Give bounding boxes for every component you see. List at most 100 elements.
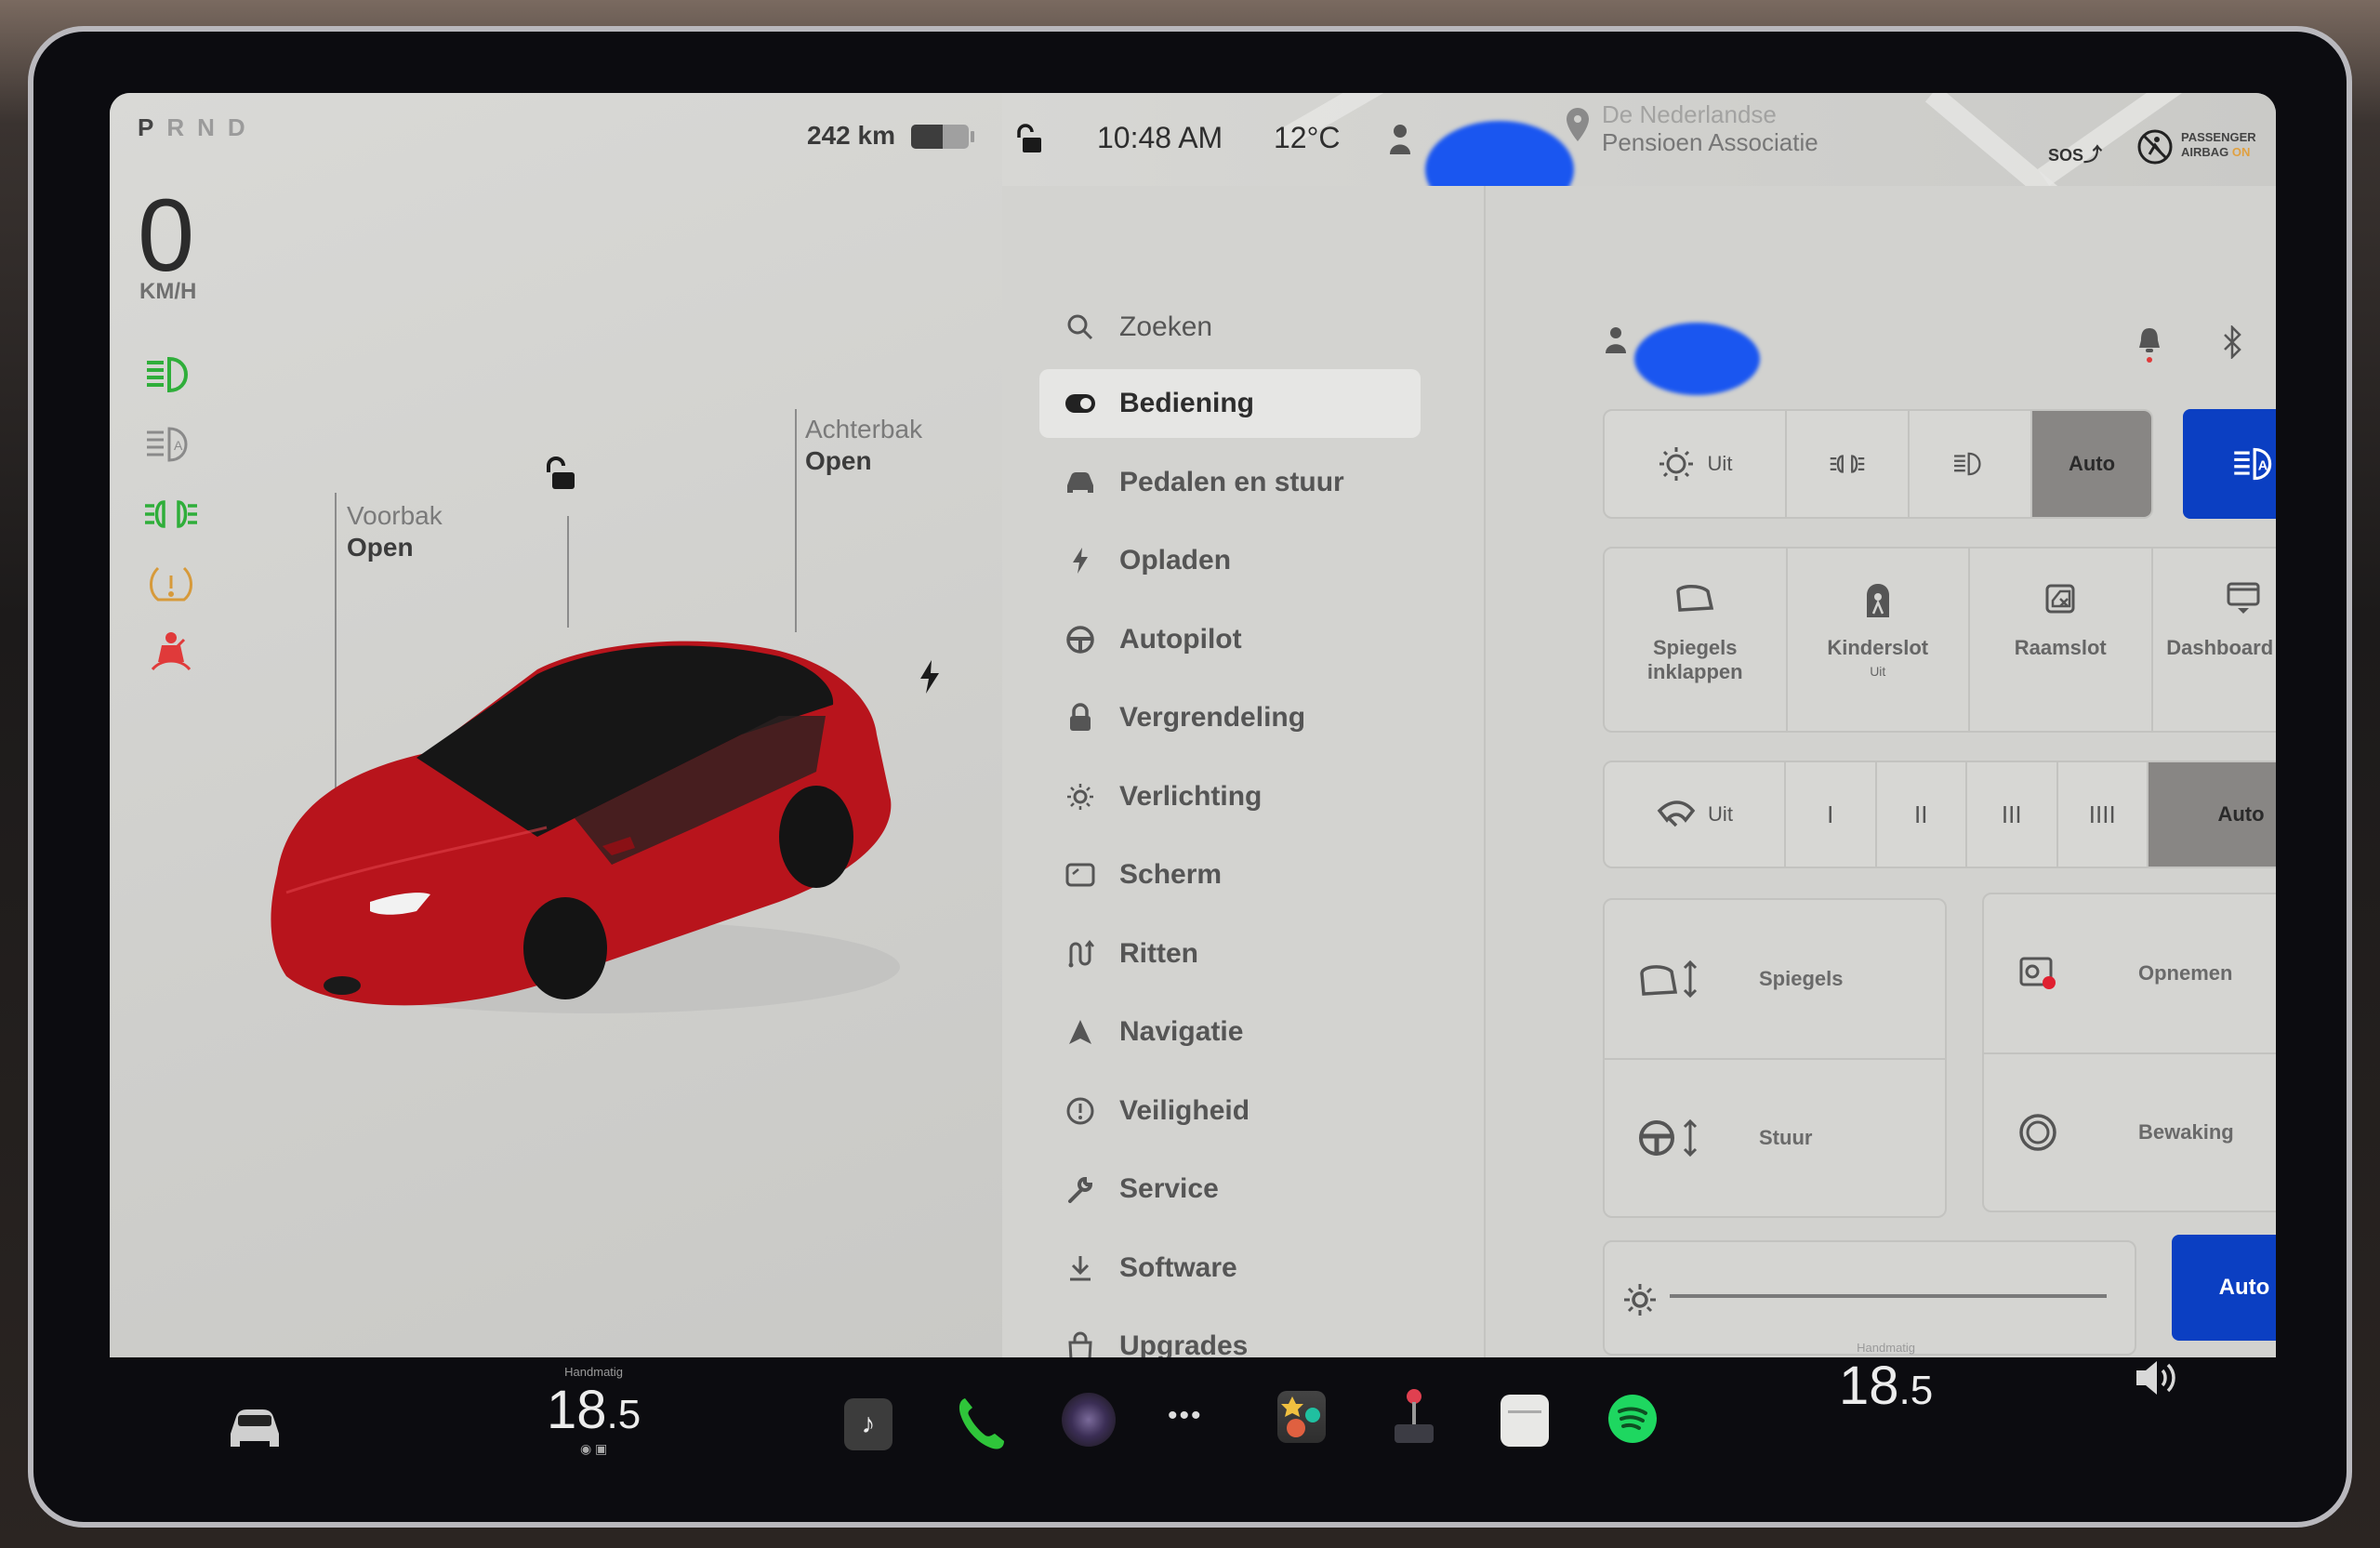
wipers-off-button[interactable]: Uit — [1605, 762, 1786, 867]
menu-item-label: Veiligheid — [1119, 1094, 1250, 1126]
adjust-steering-label: Stuur — [1759, 1126, 1813, 1149]
car-image — [271, 641, 900, 1013]
dashcam-record-label: Opnemen — [2138, 961, 2233, 985]
passenger-climate[interactable]: Handmatig 18.5 — [1839, 1341, 1933, 1417]
frunk-status[interactable]: Voorbak Open — [347, 500, 443, 563]
passenger-temp-mode: Handmatig — [1857, 1341, 1916, 1355]
shopping-bag-icon — [1064, 1330, 1097, 1357]
menu-item-pedalen-en-stuur[interactable]: Pedalen en stuur — [1039, 448, 1421, 517]
glovebox-button[interactable]: Dashboard kast — [2153, 549, 2276, 731]
bluetooth-icon[interactable] — [2222, 325, 2242, 359]
car-status-panel: PRND 0 KM/H A 242 km Voorbak Open Achter… — [110, 93, 1002, 1357]
brightness-slider-fill — [1670, 1294, 2107, 1298]
menu-item-vergrendeling[interactable]: Vergrendeling — [1039, 683, 1421, 752]
menu-item-upgrades[interactable]: Upgrades — [1039, 1312, 1421, 1357]
battery-tip — [971, 131, 974, 142]
low-beam-button[interactable] — [1910, 411, 2032, 517]
fold-mirrors-button[interactable]: Spiegels inklappen — [1605, 549, 1788, 731]
wipers-speed-1-button[interactable]: I — [1786, 762, 1877, 867]
location-pin-icon — [1567, 108, 1589, 141]
seat-heater-icons[interactable]: ◉ ▣ — [547, 1441, 641, 1457]
music-app-icon[interactable]: ♪ — [844, 1398, 892, 1450]
download-icon — [1064, 1251, 1097, 1285]
gear-r: R — [166, 113, 198, 141]
lock-icon — [1064, 701, 1097, 734]
safety-icon — [1064, 1094, 1097, 1128]
menu-item-service[interactable]: Service — [1039, 1155, 1421, 1224]
user-profile-icon[interactable] — [1605, 325, 1627, 353]
unlock-icon[interactable] — [541, 456, 578, 493]
passenger-airbag-status: PASSENGER AIRBAG ON — [2181, 130, 2256, 160]
battery-indicator — [911, 125, 969, 149]
parking-lights-button[interactable] — [1787, 411, 1910, 517]
menu-item-software[interactable]: Software — [1039, 1234, 1421, 1303]
low-beam-icon — [147, 356, 188, 393]
svg-text:A: A — [174, 438, 183, 453]
menu-item-label: Ritten — [1119, 937, 1198, 969]
controls-panel: LTE Uit A — [1486, 186, 2276, 1357]
menu-item-veiligheid[interactable]: Veiligheid — [1039, 1077, 1421, 1145]
adjust-mirrors-button[interactable]: Spiegels — [1605, 900, 1945, 1058]
brightness-auto-button[interactable]: Auto — [2172, 1235, 2276, 1341]
lights-off-button[interactable]: Uit — [1605, 411, 1787, 517]
adjust-panel: Spiegels Stuur — [1603, 898, 1947, 1218]
charge-port-bolt-icon[interactable] — [917, 658, 943, 695]
auto-high-beam-icon: A — [2234, 447, 2272, 481]
search-field[interactable]: Zoeken — [1039, 293, 1421, 362]
brightness-slider[interactable] — [1670, 1294, 2107, 1298]
headlights-control: Uit Auto — [1603, 409, 2153, 519]
calendar-app-icon[interactable] — [1501, 1395, 1549, 1447]
adjust-steering-button[interactable]: Stuur — [1605, 1058, 1945, 1216]
parking-lights-icon — [145, 500, 197, 528]
lock-status-icon[interactable] — [1013, 123, 1043, 156]
phone-app-icon[interactable] — [956, 1395, 1006, 1450]
menu-item-verlichting[interactable]: Verlichting — [1039, 762, 1421, 831]
auto-high-beam-button[interactable]: A — [2183, 409, 2276, 519]
clock: 10:48 AM — [1097, 121, 1223, 154]
menu-item-scherm[interactable]: Scherm — [1039, 840, 1421, 909]
wipers-off-label: Uit — [1708, 802, 1733, 826]
window-lock-button[interactable]: Raamslot — [1970, 549, 2153, 731]
lights-auto-button[interactable]: Auto — [2032, 411, 2151, 517]
wrench-icon — [1064, 1172, 1097, 1206]
sos-button[interactable]: SOS⤴ — [2048, 139, 2102, 166]
menu-item-bediening[interactable]: Bediening — [1039, 369, 1421, 438]
driver-climate[interactable]: Handmatig 18.5 ◉ ▣ — [547, 1365, 641, 1457]
trunk-status[interactable]: Achterbak Open — [805, 414, 922, 477]
gear-p: P — [138, 113, 167, 141]
menu-item-label: Opladen — [1119, 545, 1232, 576]
arcade-app-icon[interactable] — [1391, 1387, 1437, 1447]
menu-item-navigatie[interactable]: Navigatie — [1039, 998, 1421, 1066]
menu-item-autopilot[interactable]: Autopilot — [1039, 605, 1421, 674]
driver-temp-mode: Handmatig — [564, 1365, 624, 1379]
volume-icon[interactable] — [2133, 1357, 2179, 1398]
spotify-app-icon[interactable] — [1606, 1393, 1659, 1445]
car-controls-icon[interactable] — [225, 1406, 284, 1450]
wipers-auto-button[interactable]: Auto — [2149, 762, 2276, 867]
wipers-speed-4-button[interactable]: IIII — [2058, 762, 2149, 867]
more-apps-icon[interactable]: ••• — [1168, 1400, 1203, 1432]
wipers-speed-3-button[interactable]: III — [1967, 762, 2058, 867]
light-bulb-icon — [1659, 447, 1693, 481]
toggle-icon — [1064, 387, 1097, 420]
menu-item-opladen[interactable]: Opladen — [1039, 526, 1421, 595]
touchscreen: PRND 0 KM/H A 242 km Voorbak Open Achter… — [110, 93, 2276, 1357]
driver-temp-decimal: .5 — [606, 1392, 641, 1437]
child-lock-icon — [1866, 584, 1889, 617]
wipers-speed-2-button[interactable]: II — [1877, 762, 1967, 867]
svg-text:A: A — [2258, 458, 2268, 473]
trips-icon — [1064, 937, 1097, 971]
wipers-control: Uit I II III IIII Auto — [1603, 761, 2276, 868]
notification-bell-icon[interactable] — [2136, 325, 2162, 363]
menu-item-ritten[interactable]: Ritten — [1039, 920, 1421, 988]
passenger-airbag-icon — [2137, 129, 2173, 165]
gear-selector: PRND — [138, 113, 258, 142]
dashcam-record-button[interactable]: Opnemen — [1984, 894, 2276, 1052]
toybox-app-icon[interactable] — [1277, 1391, 1326, 1443]
camera-app-icon[interactable] — [1062, 1393, 1116, 1447]
brightness-icon — [1624, 1284, 1656, 1316]
sentry-mode-button[interactable]: Bewaking — [1984, 1052, 2276, 1211]
child-lock-button[interactable]: Kinderslot Uit — [1788, 549, 1970, 731]
driver-profile-icon[interactable] — [1388, 123, 1412, 154]
current-location[interactable]: De Nederlandse Pensioen Associatie — [1602, 100, 1818, 156]
